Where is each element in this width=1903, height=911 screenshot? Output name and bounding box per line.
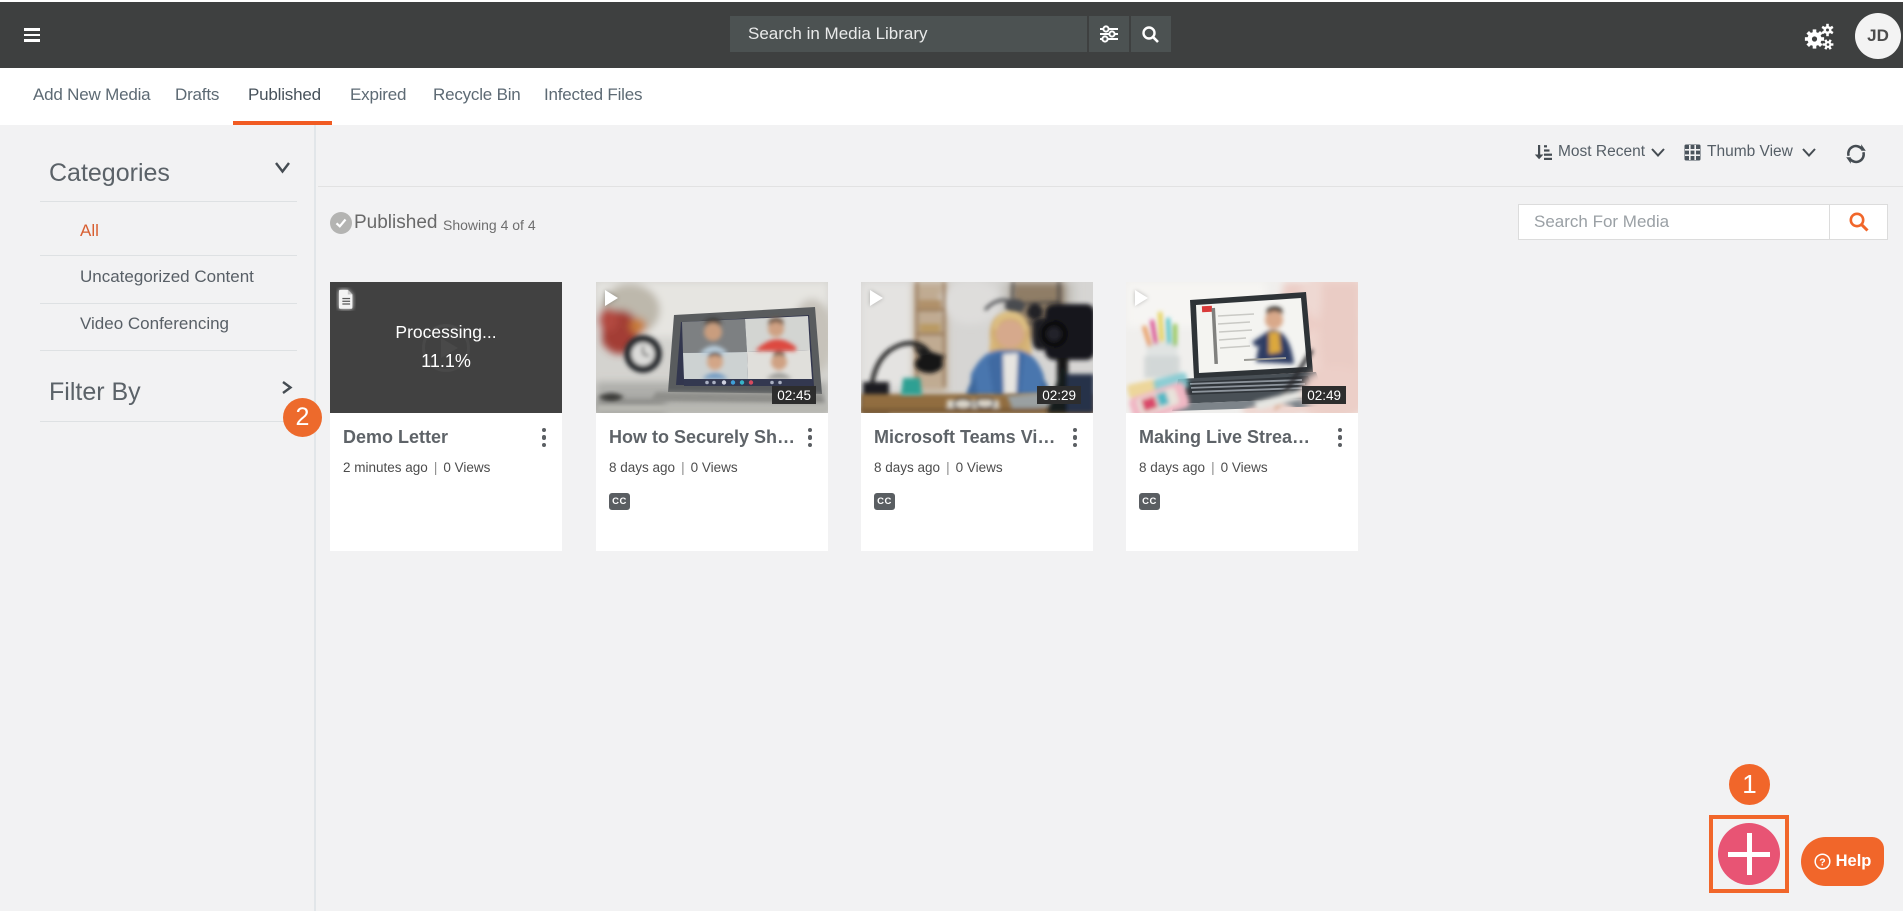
svg-text:?: ? <box>1819 857 1825 869</box>
